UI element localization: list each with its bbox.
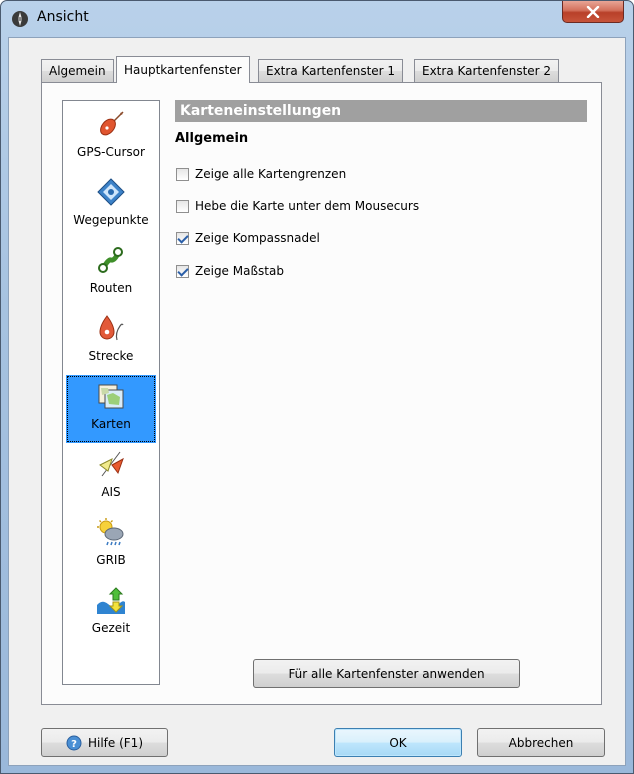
- sidebar-item-label: Karten: [91, 417, 131, 431]
- checkbox[interactable]: [176, 264, 189, 278]
- tab-label: Hauptkartenfenster: [124, 63, 242, 77]
- option-label: Zeige alle Kartengrenzen: [195, 167, 347, 181]
- sidebar-item-wegepunkte[interactable]: Wegepunkte: [66, 171, 156, 239]
- help-icon: ?: [66, 735, 82, 750]
- tide-icon: [97, 587, 125, 614]
- apply-all-windows-button[interactable]: Für alle Kartenfenster anwenden: [253, 659, 520, 688]
- option-show-compass[interactable]: Zeige Kompassnadel: [176, 230, 455, 246]
- sidebar-item-label: GRIB: [96, 553, 126, 567]
- cancel-button-label: Abbrechen: [508, 735, 574, 750]
- tab-label: Algemein: [49, 64, 106, 78]
- sidebar-item-gps-cursor[interactable]: GPS-Cursor: [66, 103, 156, 171]
- group-title: Allgemein: [175, 131, 249, 146]
- tab-label: Extra Kartenfenster 1: [266, 64, 396, 78]
- tab-algemein[interactable]: Algemein: [41, 59, 114, 82]
- window-title: Ansicht: [37, 9, 89, 25]
- close-icon: [586, 5, 600, 18]
- tab-panel: GPS-Cursor Wegepunkte Routen Strecke Kar…: [41, 82, 602, 705]
- sidebar-item-label: Wegepunkte: [73, 213, 149, 227]
- map-icon: [98, 384, 124, 409]
- sidebar-item-ais[interactable]: AIS: [66, 443, 156, 511]
- ok-button[interactable]: OK: [334, 728, 462, 757]
- help-button[interactable]: ? Hilfe (F1): [41, 728, 168, 757]
- sidebar-item-label: Gezeit: [91, 621, 131, 635]
- option-label: Zeige Kompassnadel: [195, 231, 320, 245]
- section-header: Karteneinstellungen: [175, 100, 587, 122]
- category-list: GPS-Cursor Wegepunkte Routen Strecke Kar…: [62, 100, 160, 685]
- option-show-scale[interactable]: Zeige Maßstab: [176, 263, 455, 279]
- title-bar[interactable]: Ansicht: [1, 1, 633, 37]
- sidebar-item-gezeit[interactable]: Gezeit: [66, 579, 156, 647]
- ais-icon: [99, 451, 124, 477]
- dialog-client: Algemein Hauptkartenfenster Extra Karten…: [8, 37, 626, 766]
- dialog-window: Ansicht Algemein Hauptkartenfenster Extr…: [0, 0, 634, 774]
- sidebar-item-label: Strecke: [88, 349, 134, 363]
- option-highlight-chart-under-cursor[interactable]: Hebe die Karte unter dem Mousecurs: [176, 198, 444, 214]
- sidebar-item-karten[interactable]: Karten: [66, 375, 156, 443]
- tab-extra-kartenfenster-2[interactable]: Extra Kartenfenster 2: [414, 59, 560, 82]
- sidebar-item-label: GPS-Cursor: [77, 145, 145, 159]
- cancel-button[interactable]: Abbrechen: [477, 728, 605, 757]
- tab-hauptkartenfenster[interactable]: Hauptkartenfenster: [116, 56, 250, 83]
- checkbox[interactable]: [176, 231, 189, 245]
- sidebar-item-label: Routen: [89, 281, 133, 295]
- close-button[interactable]: [562, 1, 624, 23]
- waypoint-icon: [97, 178, 125, 206]
- option-label: Hebe die Karte unter dem Mousecurs: [195, 199, 420, 213]
- sidebar-item-grib[interactable]: GRIB: [66, 511, 156, 579]
- ok-button-label: OK: [389, 735, 407, 750]
- sidebar-item-routen[interactable]: Routen: [66, 239, 156, 307]
- checkbox[interactable]: [176, 167, 189, 181]
- app-icon: [12, 11, 28, 27]
- help-button-label: Hilfe (F1): [87, 735, 143, 750]
- sidebar-item-strecke[interactable]: Strecke: [66, 307, 156, 375]
- option-label: Zeige Maßstab: [195, 264, 284, 278]
- option-show-chart-bounds[interactable]: Zeige alle Kartengrenzen: [176, 166, 455, 182]
- route-icon: [98, 247, 123, 273]
- track-icon: [99, 315, 124, 341]
- tab-label: Extra Kartenfenster 2: [422, 64, 552, 78]
- svg-text:?: ?: [71, 739, 77, 750]
- gps-cursor-icon: [100, 111, 124, 136]
- grib-weather-icon: [97, 518, 124, 546]
- tab-extra-kartenfenster-1[interactable]: Extra Kartenfenster 1: [258, 59, 404, 82]
- checkbox[interactable]: [176, 199, 189, 213]
- sidebar-item-label: AIS: [101, 485, 121, 499]
